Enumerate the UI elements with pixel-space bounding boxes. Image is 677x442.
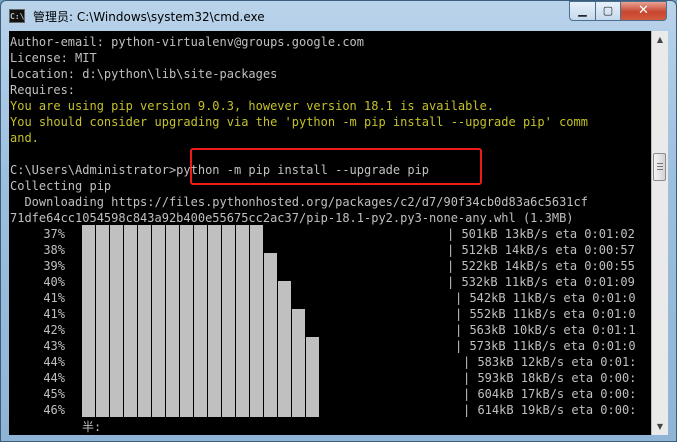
minimize-button[interactable]: ▁ bbox=[569, 1, 596, 21]
progress-bar-segment bbox=[180, 225, 194, 417]
scroll-up-arrow-icon[interactable]: ▲ bbox=[652, 31, 668, 48]
progress-stats: | 573kB 11kB/s eta 0:01:0 bbox=[455, 339, 636, 353]
scroll-thumb[interactable] bbox=[653, 153, 666, 181]
window-title: 管理员: C:\Windows\system32\cmd.exe bbox=[33, 10, 265, 24]
progress-stats: | 512kB 14kB/s eta 0:00:57 bbox=[447, 243, 635, 257]
progress-percent: 40% bbox=[43, 275, 65, 289]
ime-status: 半: bbox=[82, 420, 102, 434]
console-line: Author-email: python-virtualenv@groups.g… bbox=[10, 35, 365, 49]
progress-bar-segment bbox=[96, 225, 110, 417]
console-line: Requires: bbox=[10, 83, 76, 97]
progress-bar-segment bbox=[124, 225, 138, 417]
progress-percent: 42% bbox=[43, 323, 65, 337]
progress-percent: 43% bbox=[43, 339, 65, 353]
progress-bar-segment bbox=[222, 225, 236, 417]
progress-percent: 46% bbox=[43, 403, 65, 417]
console-line: 71dfe64cc1054598c843a92b400e55675cc2ac37… bbox=[10, 211, 574, 225]
progress-bar-segment bbox=[306, 337, 320, 417]
progress-percent: 38% bbox=[43, 243, 65, 257]
maximize-button[interactable]: ▢ bbox=[595, 1, 621, 21]
progress-stats: | 552kB 11kB/s eta 0:01:0 bbox=[455, 307, 636, 321]
console-line: License: MIT bbox=[10, 51, 97, 65]
console-line: You are using pip version 9.0.3, however… bbox=[10, 99, 495, 113]
progress-percent: 39% bbox=[43, 259, 65, 273]
progress-stats: | 501kB 13kB/s eta 0:01:02 bbox=[447, 227, 635, 241]
progress-stats: | 614kB 19kB/s eta 0:00: bbox=[463, 403, 637, 417]
progress-percent: 44% bbox=[43, 371, 65, 385]
console-line: C:\Users\Administrator>python -m pip ins… bbox=[10, 163, 430, 177]
cmd-window: C:\ 管理员: C:\Windows\system32\cmd.exe ▁ ▢… bbox=[0, 0, 677, 442]
progress-percent: 41% bbox=[43, 307, 65, 321]
console-line: Collecting pip bbox=[10, 179, 112, 193]
progress-bar-segment bbox=[82, 225, 96, 417]
console-line: and. bbox=[10, 131, 39, 145]
progress-bar-segment bbox=[278, 281, 292, 417]
progress-bar-segment bbox=[138, 225, 152, 417]
progress-bar-segment bbox=[292, 309, 306, 417]
console-line: You should consider upgrading via the 'p… bbox=[10, 115, 588, 129]
progress-percent: 41% bbox=[43, 291, 65, 305]
progress-bar-segment bbox=[250, 225, 264, 417]
cmd-icon[interactable]: C:\ bbox=[9, 9, 25, 23]
progress-stats: | 532kB 11kB/s eta 0:01:09 bbox=[447, 275, 635, 289]
progress-bar-segment bbox=[236, 225, 250, 417]
progress-bar-segment bbox=[264, 253, 278, 417]
close-button[interactable]: ✕ bbox=[620, 1, 667, 21]
progress-bar-segment bbox=[208, 225, 222, 417]
progress-stats: | 542kB 11kB/s eta 0:01:0 bbox=[455, 291, 636, 305]
progress-bar-segment bbox=[152, 225, 166, 417]
progress-bar-segment bbox=[110, 225, 124, 417]
progress-stats: | 583kB 12kB/s eta 0:01: bbox=[463, 355, 637, 369]
progress-percent: 45% bbox=[43, 387, 65, 401]
progress-stats: | 522kB 14kB/s eta 0:00:55 bbox=[447, 259, 635, 273]
console-line: Downloading https://files.pythonhosted.o… bbox=[10, 195, 588, 209]
progress-bar-segment bbox=[194, 225, 208, 417]
progress-stats: | 563kB 10kB/s eta 0:01:1 bbox=[455, 323, 636, 337]
title-bar[interactable]: C:\ 管理员: C:\Windows\system32\cmd.exe ▁ ▢… bbox=[1, 1, 676, 31]
vertical-scrollbar[interactable]: ▲ ▼ bbox=[651, 31, 668, 435]
progress-stats: | 593kB 18kB/s eta 0:00: bbox=[463, 371, 637, 385]
scroll-down-arrow-icon[interactable]: ▼ bbox=[652, 418, 668, 435]
console-output[interactable]: 半: Author-email: python-virtualenv@group… bbox=[9, 31, 651, 435]
progress-percent: 37% bbox=[43, 227, 65, 241]
progress-percent: 44% bbox=[43, 355, 65, 369]
console-line: Location: d:\python\lib\site-packages bbox=[10, 67, 278, 81]
progress-bar-segment bbox=[166, 225, 180, 417]
progress-stats: | 604kB 17kB/s eta 0:00: bbox=[463, 387, 637, 401]
